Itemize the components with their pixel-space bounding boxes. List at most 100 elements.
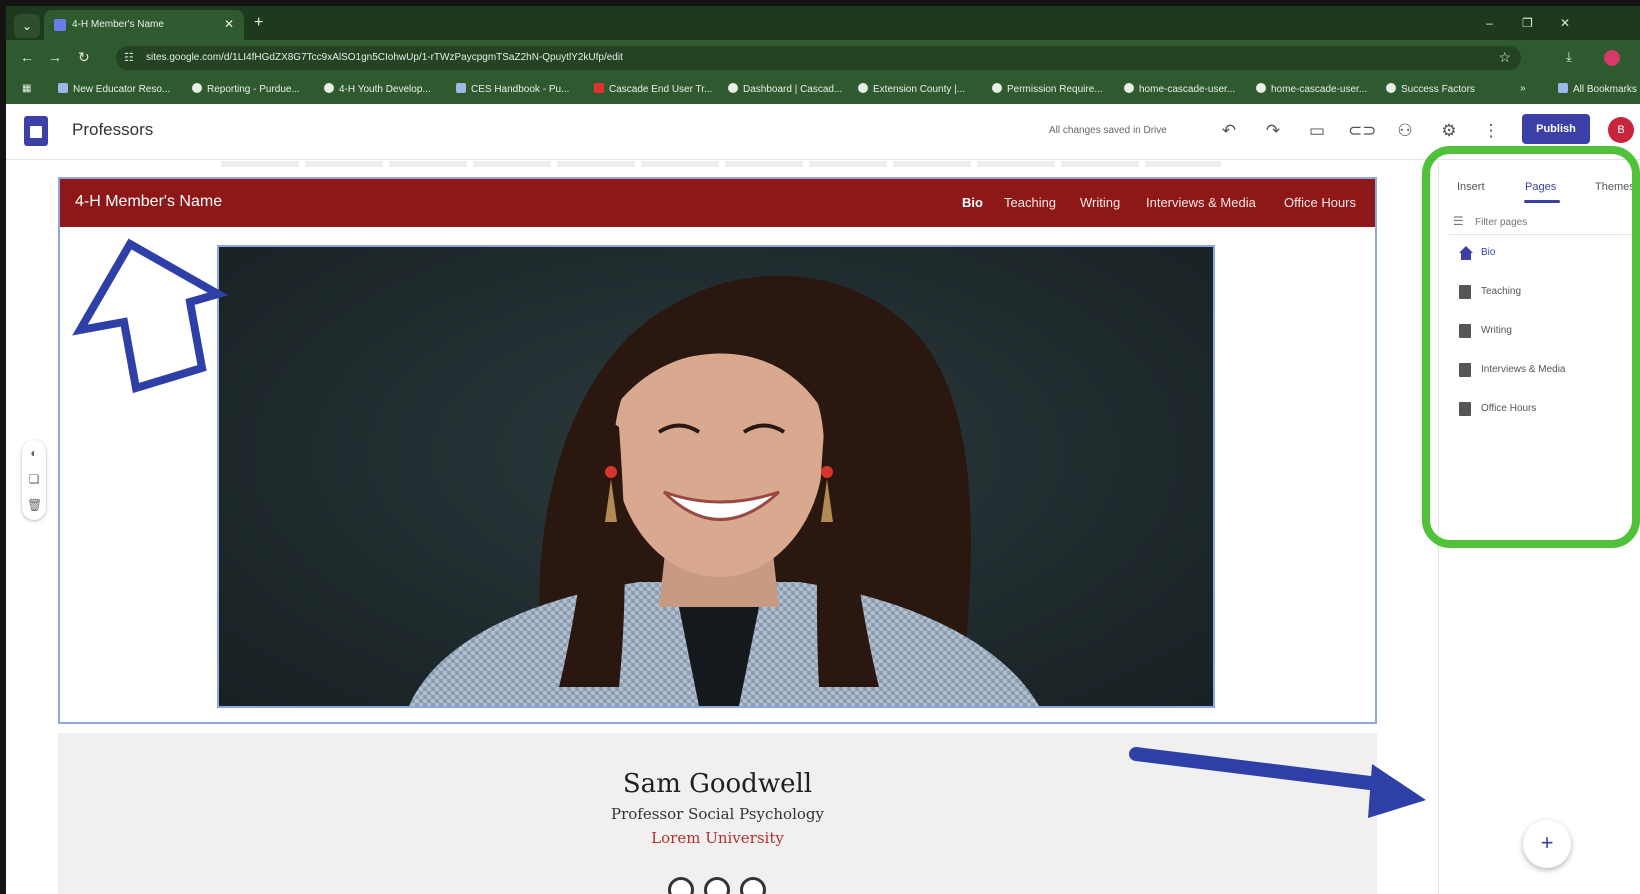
linkedin-icon[interactable] [704, 877, 730, 894]
nav-item-interviews-media[interactable]: Interviews & Media [1146, 195, 1256, 210]
page-label: Office Hours [1481, 403, 1537, 414]
forward-icon[interactable]: → [48, 49, 62, 65]
tab-pages[interactable]: Pages [1525, 181, 1556, 193]
nav-item-writing[interactable]: Writing [1080, 195, 1120, 210]
section-tools: ◐ ❏ 🗑 [22, 440, 46, 520]
bookmark-item[interactable]: 4-H Youth Develop... [324, 83, 431, 95]
add-page-button[interactable]: + [1523, 820, 1571, 868]
bookmark-favicon-icon [324, 83, 334, 93]
back-icon[interactable]: ← [20, 49, 34, 65]
bookmark-favicon-icon [192, 83, 202, 93]
duplicate-section-icon[interactable]: ❏ [27, 472, 41, 486]
nav-item-office-hours[interactable]: Office Hours [1284, 195, 1356, 210]
bookmark-item[interactable]: Success Factors [1386, 83, 1475, 95]
person-university[interactable]: Lorem University [58, 829, 1377, 847]
page-item-bio[interactable]: Bio [1459, 243, 1639, 263]
bookmark-favicon-icon [1124, 83, 1134, 93]
browser-toolbar: ← → ↻ ☷ sites.google.com/d/1LI4fHGdZX8G7… [6, 40, 1640, 76]
tab-insert[interactable]: Insert [1457, 181, 1485, 193]
bio-section[interactable]: Sam Goodwell Professor Social Psychology… [58, 733, 1377, 894]
folder-icon [1558, 83, 1568, 93]
right-side-panel: Insert Pages Themes ☰ Filter pages Bio T… [1438, 161, 1640, 894]
bookmark-favicon-icon [1386, 83, 1396, 93]
bookmark-favicon-icon [1256, 83, 1266, 93]
header-section[interactable]: 4-H Member's Name Bio Teaching Writing I… [58, 177, 1377, 724]
new-tab-icon[interactable]: + [254, 14, 263, 32]
undo-icon[interactable]: ↶ [1216, 118, 1242, 144]
page-item-interviews-media[interactable]: Interviews & Media [1459, 360, 1639, 380]
bookmark-favicon-icon [594, 83, 604, 93]
site-info-icon[interactable]: ☷ [124, 51, 134, 64]
bookmark-favicon-icon [456, 83, 466, 93]
redo-icon[interactable]: ↷ [1260, 118, 1286, 144]
bookmark-item[interactable]: home-cascade-user... [1124, 83, 1235, 95]
bookmark-item[interactable]: Reporting - Purdue... [192, 83, 300, 95]
instagram-icon[interactable] [740, 877, 766, 894]
close-window-icon[interactable]: ✕ [1560, 16, 1570, 30]
nav-item-teaching[interactable]: Teaching [1004, 195, 1056, 210]
bookmark-item[interactable]: Cascade End User Tr... [594, 83, 712, 95]
page-item-teaching[interactable]: Teaching [1459, 282, 1639, 302]
portrait-illustration [409, 275, 1039, 706]
apps-icon[interactable]: ▦ [22, 83, 31, 94]
url-text: sites.google.com/d/1LI4fHGdZX8G7Tcc9xAlS… [146, 52, 623, 63]
bookmark-favicon-icon [858, 83, 868, 93]
active-tab-indicator [1524, 200, 1560, 203]
sites-favicon-icon [54, 19, 66, 31]
download-icon[interactable]: ⤓ [1566, 49, 1572, 65]
profile-avatar[interactable] [1604, 50, 1620, 66]
browser-tab-title: 4-H Member's Name [72, 19, 164, 30]
reload-icon[interactable]: ↻ [78, 49, 90, 66]
share-icon[interactable]: ⚇ [1392, 118, 1418, 144]
page-icon [1459, 402, 1471, 416]
page-label: Bio [1481, 247, 1496, 258]
settings-gear-icon[interactable]: ⚙ [1436, 118, 1462, 144]
address-bar[interactable]: ☷ sites.google.com/d/1LI4fHGdZX8G7Tcc9xA… [116, 46, 1521, 70]
filter-icon: ☰ [1453, 214, 1464, 228]
twitter-icon[interactable] [668, 877, 694, 894]
restore-icon[interactable]: ❐ [1522, 16, 1533, 30]
bookmark-item[interactable]: New Educator Reso... [58, 83, 170, 95]
user-avatar[interactable]: B [1608, 117, 1634, 143]
profile-photo[interactable] [217, 245, 1215, 708]
bookmark-favicon-icon [728, 83, 738, 93]
person-role[interactable]: Professor Social Psychology [58, 805, 1377, 823]
nav-item-bio[interactable]: Bio [962, 195, 983, 210]
more-bookmarks-icon[interactable]: » [1520, 83, 1526, 94]
publish-button[interactable]: Publish [1522, 114, 1590, 144]
section-style-icon[interactable]: ◐ [27, 446, 41, 460]
browser-tab[interactable]: 4-H Member's Name ✕ [44, 10, 244, 40]
save-status: All changes saved in Drive [1049, 125, 1167, 136]
page-item-office-hours[interactable]: Office Hours [1459, 399, 1639, 419]
bookmark-item[interactable]: Dashboard | Cascad... [728, 83, 842, 95]
close-tab-icon[interactable]: ✕ [224, 17, 234, 31]
site-document-title[interactable]: Professors [72, 120, 153, 140]
minimize-icon[interactable]: – [1486, 16, 1493, 30]
bookmark-favicon-icon [58, 83, 68, 93]
tab-search-icon[interactable]: ⌄ [14, 14, 40, 38]
sites-logo-icon[interactable] [24, 116, 48, 146]
bookmark-item[interactable]: Extension County |... [858, 83, 965, 95]
site-name[interactable]: 4-H Member's Name [75, 193, 222, 211]
bookmark-star-icon[interactable]: ☆ [1498, 49, 1511, 66]
filter-pages[interactable]: ☰ Filter pages [1449, 209, 1640, 235]
screen: ⌄ 4-H Member's Name ✕ + – ❐ ✕ ← → ↻ ☷ si… [0, 0, 1640, 894]
editor-toolbar: Professors All changes saved in Drive ↶ … [6, 104, 1640, 160]
bookmark-item[interactable]: Permission Require... [992, 83, 1103, 95]
preview-icon[interactable]: ▭ [1304, 118, 1330, 144]
page-icon [1459, 324, 1471, 338]
page-label: Teaching [1481, 286, 1522, 297]
page-icon [1459, 363, 1471, 377]
link-icon[interactable]: ⊂⊃ [1348, 118, 1377, 144]
filter-placeholder: Filter pages [1475, 217, 1528, 228]
all-bookmarks[interactable]: All Bookmarks [1558, 83, 1637, 95]
more-options-icon[interactable]: ⋮ [1478, 118, 1504, 144]
person-name[interactable]: Sam Goodwell [58, 769, 1377, 799]
page-icon [1459, 285, 1471, 299]
delete-section-icon[interactable]: 🗑 [27, 498, 42, 512]
page-item-writing[interactable]: Writing [1459, 321, 1639, 341]
bookmark-item[interactable]: home-cascade-user... [1256, 83, 1367, 95]
tab-themes[interactable]: Themes [1595, 181, 1635, 193]
bookmark-item[interactable]: CES Handbook - Pu... [456, 83, 569, 95]
home-icon [1459, 246, 1473, 260]
